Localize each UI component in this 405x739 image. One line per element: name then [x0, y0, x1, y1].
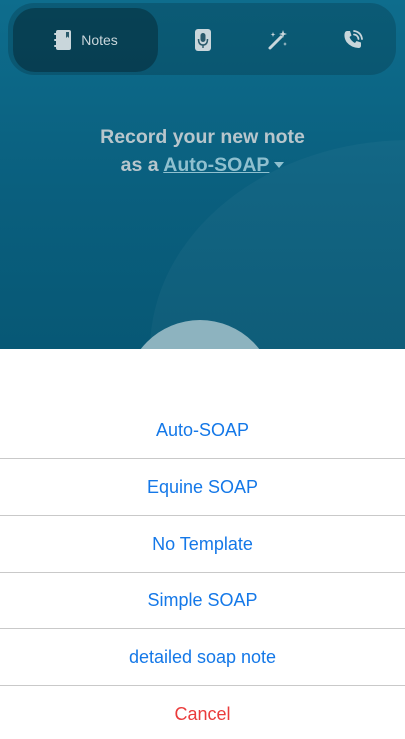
cancel-button[interactable]: Cancel [0, 686, 405, 739]
option-auto-soap[interactable]: Auto-SOAP [0, 403, 405, 459]
record-prompt-line2: as a Auto-SOAP [0, 151, 405, 179]
record-prompt-line1: Record your new note [100, 126, 305, 148]
option-simple-soap[interactable]: Simple SOAP [0, 573, 405, 629]
recording-screen: Notes Record your new note as a Auto-SOA… [0, 0, 405, 349]
tab-bar: Notes [8, 3, 396, 75]
tab-record[interactable] [168, 8, 238, 72]
notebook-icon [53, 29, 73, 51]
tab-calls[interactable] [318, 8, 388, 72]
option-detailed-soap-note[interactable]: detailed soap note [0, 630, 405, 686]
option-no-template[interactable]: No Template [0, 517, 405, 573]
microphone-icon [194, 28, 212, 52]
record-prompt-prefix: as a [120, 154, 159, 176]
template-action-sheet: Auto-SOAP Equine SOAP No Template Simple… [0, 349, 405, 739]
tab-magic[interactable] [243, 8, 313, 72]
template-selector-link[interactable]: Auto-SOAP [163, 154, 269, 176]
magic-wand-icon [267, 29, 289, 51]
phone-call-icon [342, 29, 364, 51]
option-equine-soap[interactable]: Equine SOAP [0, 460, 405, 516]
record-prompt: Record your new note as a Auto-SOAP [0, 123, 405, 179]
tab-notes[interactable]: Notes [13, 8, 158, 72]
tab-notes-label: Notes [81, 32, 118, 48]
caret-down-icon[interactable] [274, 162, 285, 168]
